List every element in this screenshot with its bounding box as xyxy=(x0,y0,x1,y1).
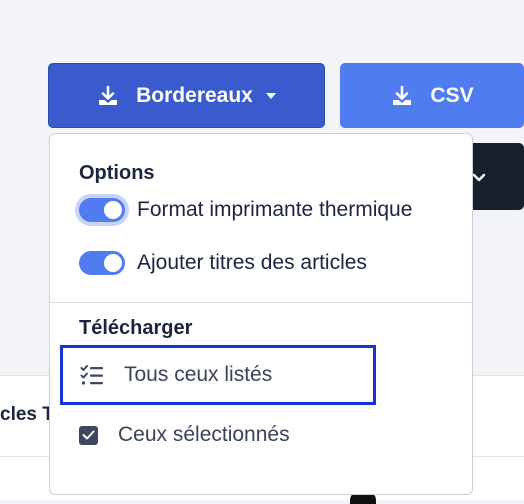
article-titles-toggle[interactable] xyxy=(79,251,125,275)
toggle-row-article-titles[interactable]: Ajouter titres des articles xyxy=(79,251,367,275)
bordereaux-dropdown-menu: Options Format imprimante thermique Ajou… xyxy=(49,133,473,495)
download-all-listed-item[interactable]: Tous ceux listés xyxy=(60,345,376,405)
toggle-label: Ajouter titres des articles xyxy=(137,251,367,274)
csv-button[interactable]: CSV xyxy=(340,63,524,128)
download-section-title: Télécharger xyxy=(79,317,193,339)
options-section-title: Options xyxy=(79,162,155,184)
download-icon xyxy=(390,84,414,108)
download-selected-item[interactable]: Ceux sélectionnés xyxy=(79,423,290,447)
thermal-printer-toggle[interactable] xyxy=(79,198,125,222)
bordereaux-label: Bordereaux xyxy=(136,83,253,107)
download-icon xyxy=(96,84,120,108)
chevron-down-icon xyxy=(472,170,486,188)
caret-down-icon xyxy=(265,92,277,100)
checkbox-icon xyxy=(79,425,98,445)
csv-label: CSV xyxy=(430,83,474,107)
list-check-icon xyxy=(80,364,104,386)
menu-item-label: Tous ceux listés xyxy=(124,363,273,386)
menu-item-label: Ceux sélectionnés xyxy=(118,423,290,446)
toggle-label: Format imprimante thermique xyxy=(137,198,413,221)
menu-divider xyxy=(50,302,472,303)
toggle-row-thermal-printer[interactable]: Format imprimante thermique xyxy=(79,198,412,222)
table-header-partial: cles T xyxy=(0,404,54,425)
bordereaux-button[interactable]: Bordereaux xyxy=(48,63,325,128)
